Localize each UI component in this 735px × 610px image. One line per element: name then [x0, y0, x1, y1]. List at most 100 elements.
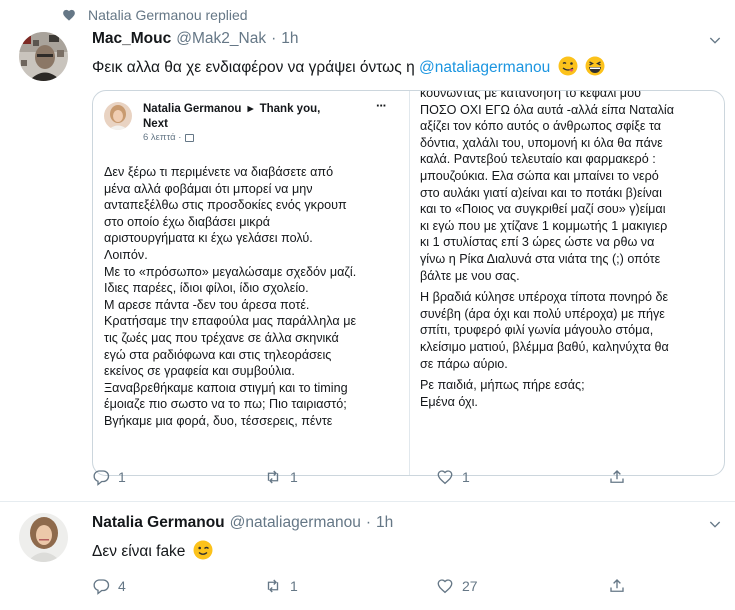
embedded-text-line: μένα αλλά φοβάμαι ότι μπορεί να μην	[104, 181, 313, 196]
embedded-text-line: καλά. Ραντεβού τελευταίο και φαρμακερό :	[420, 152, 656, 167]
like-count: 27	[462, 578, 478, 594]
tweet-text: Φεικ αλλα θα χε ενδιαφέρον να γράψει όντ…	[92, 56, 605, 79]
embedded-text-line: βάλτε με νου σας.	[420, 268, 520, 283]
embedded-text-line: Εμένα όχι.	[420, 394, 478, 409]
like-icon	[436, 577, 454, 595]
mention-link[interactable]: @nataliagermanou	[419, 59, 550, 76]
embedded-text-right: κουνώντας με κατανόηση το κεφάλι μου ΠΟΣΟ…	[420, 91, 674, 410]
winking-face-emoji	[193, 540, 213, 560]
embedded-text-line: αριστουργήματα κι έχω γελάσει πολύ.	[104, 231, 313, 246]
embedded-text-line: και το «Ποιος να συγκριθεί μαζί σου» γ)ε…	[420, 202, 666, 217]
chevron-down-icon[interactable]	[707, 32, 727, 52]
calendar-icon	[185, 133, 195, 142]
like-count: 1	[462, 469, 470, 485]
reply-button[interactable]: 1	[92, 468, 264, 486]
share-icon	[608, 577, 626, 595]
embedded-text-line: μπουζούκια. Ελα σώπα και μπαίνει το νερό	[420, 168, 659, 183]
embedded-author: Natalia Germanou	[143, 103, 242, 115]
retweet-icon	[264, 468, 282, 486]
embedded-image-left-panel: Natalia Germanou ▸ Thank you, Next 6 λεπ…	[93, 91, 409, 475]
reply-icon	[92, 468, 110, 486]
avatar[interactable]	[19, 32, 68, 81]
embedded-text-line: κουνώντας με κατανόηση το κεφάλι μου	[420, 91, 641, 100]
tweet-time[interactable]: 1h	[376, 514, 393, 532]
tweet[interactable]: Natalia Germanou @nataliagermanou · 1h Δ…	[0, 501, 735, 610]
embedded-text-line: στο οποίο έχω διαβάσει μικρά	[104, 214, 271, 229]
like-button[interactable]: 27	[436, 577, 608, 595]
chevron-down-icon[interactable]	[707, 516, 727, 536]
grinning-squinting-emoji	[585, 56, 605, 76]
reply-count: 4	[118, 578, 126, 594]
embedded-text-line: σε πάρω αύριο.	[420, 356, 508, 371]
reply-count: 1	[118, 469, 126, 485]
embedded-text-line: γίνω η Ρίκα Διαλυνά στα νιάτα της (;) οπ…	[420, 251, 661, 266]
tweet-header: Mac_Mouc @Mak2_Nak · 1h	[92, 30, 299, 48]
like-icon	[436, 468, 454, 486]
caret-right-icon: ▸	[247, 103, 254, 115]
embedded-text-line: Η βραδιά κύλησε υπέροχα τίποτα πονηρό δε	[420, 290, 669, 305]
separator-dot: ·	[365, 514, 372, 531]
action-bar: 4 1 27	[92, 577, 648, 595]
embedded-text-line: Δεν ξέρω τι περιμένετε να διαβάσετε από	[104, 165, 334, 179]
tweet[interactable]: Mac_Mouc @Mak2_Nak · 1h Φεικ αλλα θα χε …	[0, 28, 735, 500]
reply-icon	[92, 577, 110, 595]
embedded-text-line: Μ αρεσε πάντα -δεν του άρεσα ποτέ.	[104, 297, 310, 312]
retweet-count: 1	[290, 469, 298, 485]
retweet-icon	[264, 577, 282, 595]
embedded-text-line: κι 1 στυλίστας επί 3 ώρες ώστε να ρθω να	[420, 235, 655, 250]
embedded-title-2: Next	[143, 118, 168, 130]
embedded-text-line: συνέβη (άρα όχι και πολύ υπέροχα) με πήγ…	[420, 306, 665, 321]
embedded-text-line: Ρε παιδιά, μήπως πήρε εσάς;	[420, 378, 585, 393]
embedded-text-line: Βγήκαμε μια φορά, δυο, τέσσερεις, πέντε	[104, 413, 333, 428]
retweet-button[interactable]: 1	[264, 468, 436, 486]
embedded-text-line: δόντια, χαλάλι του, υπομονή κι όλα θα πά…	[420, 135, 663, 150]
embedded-text-line: Ιδιες παρέες, ίδιοι φίλοι, ίδιο σχολείο.	[104, 281, 309, 296]
embedded-text-line: εγώ στα ραδιόφωνα και στις τηλεοράσεις	[104, 347, 332, 362]
author-handle[interactable]: @nataliagermanou	[230, 514, 361, 532]
embedded-text-line: έμοιαζε πιο σωστο να το πω; Πιο ταιριαστ…	[104, 397, 347, 412]
embedded-text-line: αξίζει τον κόπο αυτός ο άνθρωπος σφίξε τ…	[420, 119, 662, 134]
embedded-title: Thank you,	[259, 103, 321, 115]
share-button[interactable]	[608, 468, 648, 486]
like-button[interactable]: 1	[436, 468, 608, 486]
tweet-time[interactable]: 1h	[281, 30, 298, 48]
embedded-image[interactable]: Natalia Germanou ▸ Thank you, Next 6 λεπ…	[92, 90, 725, 476]
more-icon: ···	[376, 98, 387, 113]
reply-button[interactable]: 4	[92, 577, 264, 595]
embedded-avatar	[104, 102, 132, 130]
embedded-text-line: στο αυλάκι γιατί α)είναι και το ποτάκι β…	[420, 185, 662, 200]
embedded-meta: 6 λεπτά ·	[143, 132, 195, 143]
embedded-text-line: κι εγώ που με χτίζανε 1 κομμωτής 1 μακιγ…	[420, 218, 668, 233]
embedded-text-line: Ξαναβρεθήκαμε καποια στιγμή και το timin…	[104, 380, 348, 395]
embedded-text-left: Δεν ξέρω τι περιμένετε να διαβάσετε από μ…	[104, 164, 356, 430]
embedded-image-right-panel: κουνώντας με κατανόηση το κεφάλι μου ΠΟΣΟ…	[410, 91, 724, 475]
retweet-count: 1	[290, 578, 298, 594]
embedded-text-line: ΠΟΣΟ ΟΧΙ ΕΓΩ όλα αυτά -αλλά είπα Ναταλία	[420, 102, 674, 117]
embedded-text-line: ανταπεξέλθω στις προσδοκίες ενός γκρουπ	[104, 198, 347, 213]
embedded-text-line: κλείσιμο ματιού, βλέμμα βαθύ, καληνύχτα …	[420, 339, 669, 354]
embedded-text-line: εκείνος σε γραφεία και συμβούλια.	[104, 364, 295, 379]
embedded-text-line: σπίτι, τρυφερό φιλί γωνία μάγουλο στόμα,	[420, 323, 654, 338]
author-name[interactable]: Natalia Germanou	[92, 514, 225, 532]
embedded-time: 6 λεπτά ·	[143, 132, 182, 143]
avatar[interactable]	[19, 513, 68, 562]
retweet-button[interactable]: 1	[264, 577, 436, 595]
embedded-text-line: τις ζωές μας που τρέχανε σε άλλα σκηνικά	[104, 330, 339, 345]
embedded-header: Natalia Germanou ▸ Thank you,	[143, 102, 320, 117]
replied-text: Natalia Germanou replied	[88, 7, 248, 23]
embedded-text-line: Λοιπόν.	[104, 247, 148, 262]
tweet-text-main: Δεν είναι fake	[92, 543, 186, 560]
embedded-text-line: Κρατήσαμε την επαφούλα μας παράλληλα με	[104, 314, 357, 329]
author-handle[interactable]: @Mak2_Nak	[176, 30, 266, 48]
tweet-text: Δεν είναι fake	[92, 540, 213, 563]
share-icon	[608, 468, 626, 486]
author-name[interactable]: Mac_Mouc	[92, 30, 171, 48]
share-button[interactable]	[608, 577, 648, 595]
tweet-header: Natalia Germanou @nataliagermanou · 1h	[92, 514, 393, 532]
face-savoring-emoji	[558, 56, 578, 76]
action-bar: 1 1 1	[92, 468, 648, 486]
embedded-text-line: Με το «πρόσωπο» μεγαλώσαμε σχεδόν μαζί.	[104, 264, 357, 279]
tweet-text-main: Φεικ αλλα θα χε ενδιαφέρον να γράψει όντ…	[92, 59, 415, 76]
replied-indicator: Natalia Germanou replied	[62, 6, 248, 24]
heart-icon	[62, 8, 76, 22]
